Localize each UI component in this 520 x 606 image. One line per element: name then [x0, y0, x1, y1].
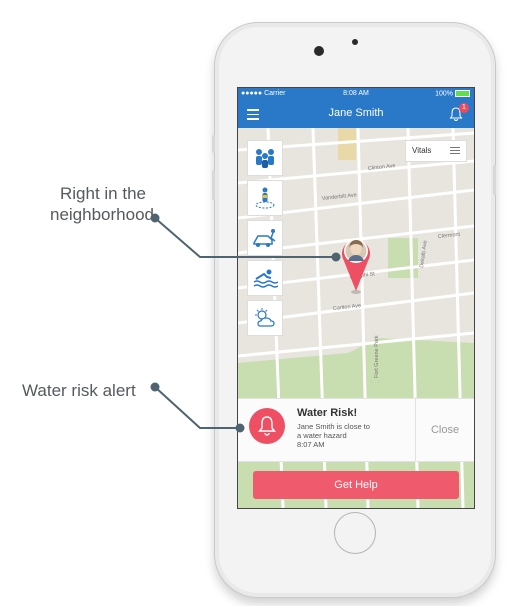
geofence-button[interactable]: [247, 180, 283, 216]
app-screen: ●●●●● Carrier 8:08 AM 100% Jane Smith 1: [237, 87, 475, 509]
alert-message-line1: Jane Smith is close to: [297, 422, 370, 431]
car-crash-button[interactable]: [247, 220, 283, 256]
person-geofence-icon: [255, 187, 275, 209]
volume-up-button: [212, 170, 215, 200]
user-location-pin[interactable]: [338, 233, 374, 295]
weather-icon: [255, 308, 275, 327]
earpiece: [352, 39, 358, 45]
close-button[interactable]: Close: [416, 399, 474, 461]
battery-icon: [455, 90, 470, 97]
weather-button[interactable]: [247, 300, 283, 336]
car-crash-icon: [253, 229, 276, 247]
swimming-icon: [253, 269, 278, 288]
vitals-toggle[interactable]: Vitals: [405, 140, 467, 162]
bell-icon: [258, 416, 276, 436]
front-camera: [314, 46, 324, 56]
alert-message-line2: a water hazard: [297, 431, 347, 440]
callout-neighborhood-line1: Right in the: [60, 184, 146, 203]
group-button[interactable]: [247, 140, 283, 176]
nav-bar: Jane Smith 1: [238, 100, 474, 128]
safety-icon-strip: [247, 140, 283, 340]
get-help-button[interactable]: Get Help: [253, 471, 459, 499]
page-title: Jane Smith: [328, 107, 384, 119]
water-risk-alert[interactable]: Water Risk! Jane Smith is close to a wat…: [238, 398, 474, 462]
vitals-label: Vitals: [412, 146, 432, 155]
battery-indicator: 100%: [435, 90, 470, 97]
mute-switch: [212, 135, 215, 153]
callout-water-risk: Water risk alert: [22, 381, 136, 400]
power-button: [493, 165, 496, 195]
park-label: Fort Greene Park: [374, 335, 380, 378]
callout-neighborhood: Right in the neighborhood: [50, 183, 154, 225]
alert-message: Jane Smith is close to a water hazard 8:…: [297, 422, 389, 449]
list-icon: [450, 147, 460, 156]
alert-bell-circle: [249, 408, 285, 444]
water-button[interactable]: [247, 260, 283, 296]
battery-percent: 100%: [435, 90, 453, 98]
callout-water-dot-start: [150, 382, 160, 392]
alert-time: 8:07 AM: [297, 440, 325, 449]
callout-neighborhood-line2: neighborhood: [50, 205, 154, 224]
notification-badge: 1: [459, 103, 469, 113]
group-icon: [256, 149, 274, 168]
status-bar: ●●●●● Carrier 8:08 AM 100%: [238, 88, 474, 100]
alert-title: Water Risk!: [297, 407, 358, 419]
home-button[interactable]: [334, 512, 376, 554]
